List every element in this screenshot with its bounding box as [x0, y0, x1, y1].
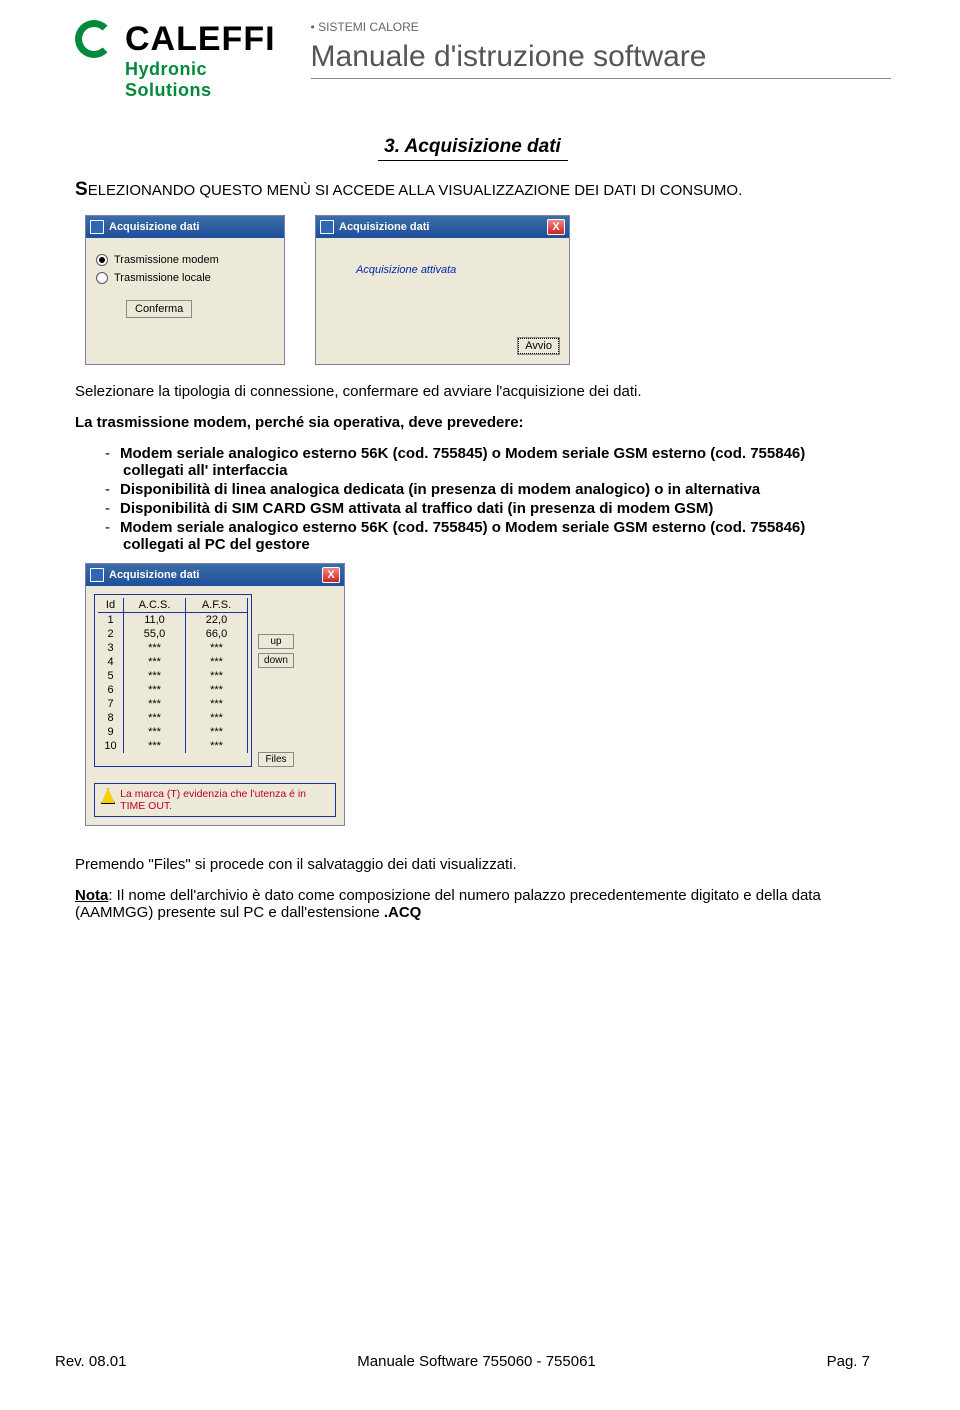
close-icon[interactable]: X — [547, 219, 565, 235]
header-rule — [311, 78, 891, 79]
titlebar-3[interactable]: Acquisizione dati X — [86, 564, 344, 586]
brand-tagline: Hydronic Solutions — [125, 59, 276, 101]
cell-afs: *** — [186, 739, 248, 753]
files-button[interactable]: Files — [258, 752, 294, 767]
footer-center: Manuale Software 755060 - 755061 — [357, 1353, 596, 1370]
brand-logo: CALEFFI Hydronic Solutions — [75, 20, 276, 101]
cell-afs: 66,0 — [186, 627, 248, 641]
window-acq-2: Acquisizione dati X Acquisizione attivat… — [315, 215, 570, 365]
window-icon — [90, 220, 104, 234]
cell-afs: 22,0 — [186, 613, 248, 627]
cell-acs: *** — [124, 725, 186, 739]
warning-icon — [101, 788, 115, 804]
req-list: Modem seriale analogico esterno 56K (cod… — [105, 445, 870, 553]
table-row: 7****** — [98, 697, 248, 711]
window-title-1: Acquisizione dati — [109, 221, 199, 233]
radio-modem[interactable] — [96, 254, 108, 266]
cell-id: 4 — [98, 655, 124, 669]
cell-id: 1 — [98, 613, 124, 627]
manual-title: Manuale d'istruzione software — [311, 40, 891, 74]
cell-acs: *** — [124, 697, 186, 711]
cell-id: 5 — [98, 669, 124, 683]
col-acs: A.C.S. — [124, 598, 186, 613]
cell-afs: *** — [186, 711, 248, 725]
acq-status-msg: Acquisizione attivata — [356, 264, 559, 276]
down-button[interactable]: down — [258, 653, 294, 668]
cell-acs: *** — [124, 711, 186, 725]
col-id: Id — [98, 598, 124, 613]
cell-acs: *** — [124, 655, 186, 669]
radio-modem-label: Trasmissione modem — [114, 254, 219, 266]
window-icon — [90, 568, 104, 582]
cell-id: 7 — [98, 697, 124, 711]
section-title: 3. Acquisizione dati — [378, 136, 568, 161]
para-select: Selezionare la tipologia di connessione,… — [75, 383, 870, 400]
col-afs: A.F.S. — [186, 598, 248, 613]
files-note: Premendo "Files" si procede con il salva… — [75, 856, 870, 873]
list-item: Disponibilità di SIM CARD GSM attivata a… — [105, 500, 870, 517]
table-row: 255,066,0 — [98, 627, 248, 641]
footer-rev: Rev. 08.01 — [55, 1353, 126, 1370]
window-title-3: Acquisizione dati — [109, 569, 199, 581]
avvio-button[interactable]: Avvio — [518, 338, 559, 354]
close-icon[interactable]: X — [322, 567, 340, 583]
para-modem-req: La trasmissione modem, perché sia operat… — [75, 414, 870, 431]
radio-modem-row[interactable]: Trasmissione modem — [96, 254, 274, 266]
cell-id: 2 — [98, 627, 124, 641]
table-row: 111,022,0 — [98, 613, 248, 627]
cell-acs: 55,0 — [124, 627, 186, 641]
list-item: Disponibilità di linea analogica dedicat… — [105, 481, 870, 498]
titlebar-1[interactable]: Acquisizione dati — [86, 216, 284, 238]
timeout-warning: La marca (T) evidenzia che l'utenza é in… — [94, 783, 336, 817]
window-title-2: Acquisizione dati — [339, 221, 429, 233]
warning-text: La marca (T) evidenzia che l'utenza é in… — [120, 788, 329, 812]
up-button[interactable]: up — [258, 634, 294, 649]
table-row: 4****** — [98, 655, 248, 669]
intro-text: SELEZIONANDO QUESTO MENÙ SI ACCEDE ALLA … — [75, 179, 870, 201]
data-grid: Id A.C.S. A.F.S. 111,022,0255,066,03****… — [94, 594, 252, 767]
file-extension: .ACQ — [384, 904, 422, 921]
cell-acs: *** — [124, 683, 186, 697]
list-item: Modem seriale analogico esterno 56K (cod… — [105, 519, 870, 553]
cell-afs: *** — [186, 655, 248, 669]
cell-acs: 11,0 — [124, 613, 186, 627]
intro-rest: ELEZIONANDO QUESTO MENÙ SI ACCEDE ALLA V… — [88, 182, 743, 199]
nota-label: Nota — [75, 887, 108, 904]
intro-dropcap: S — [75, 179, 88, 200]
cell-id: 6 — [98, 683, 124, 697]
nota-paragraph: Nota: Il nome dell'archivio è dato come … — [75, 887, 870, 921]
cell-id: 3 — [98, 641, 124, 655]
table-row: 10****** — [98, 739, 248, 753]
cell-afs: *** — [186, 697, 248, 711]
window-acq-3: Acquisizione dati X Id A.C.S. A.F.S. 111… — [85, 563, 345, 826]
header-sistemi: • SISTEMI CALORE — [311, 20, 891, 34]
radio-locale-row[interactable]: Trasmissione locale — [96, 272, 274, 284]
cell-id: 8 — [98, 711, 124, 725]
nota-text: : Il nome dell'archivio è dato come comp… — [75, 887, 821, 921]
cell-afs: *** — [186, 683, 248, 697]
cell-afs: *** — [186, 725, 248, 739]
window-icon — [320, 220, 334, 234]
cell-id: 10 — [98, 739, 124, 753]
window-acq-1: Acquisizione dati Trasmissione modem Tra… — [85, 215, 285, 365]
confirm-button[interactable]: Conferma — [126, 300, 192, 318]
brand-name: CALEFFI — [125, 20, 276, 59]
cell-afs: *** — [186, 641, 248, 655]
radio-locale-label: Trasmissione locale — [114, 272, 211, 284]
cell-acs: *** — [124, 739, 186, 753]
table-row: 6****** — [98, 683, 248, 697]
table-row: 5****** — [98, 669, 248, 683]
cell-id: 9 — [98, 725, 124, 739]
table-row: 8****** — [98, 711, 248, 725]
radio-locale[interactable] — [96, 272, 108, 284]
table-row: 3****** — [98, 641, 248, 655]
list-item: Modem seriale analogico esterno 56K (cod… — [105, 445, 870, 479]
footer-page: Pag. 7 — [827, 1353, 870, 1370]
cell-acs: *** — [124, 641, 186, 655]
cell-acs: *** — [124, 669, 186, 683]
table-row: 9****** — [98, 725, 248, 739]
cell-afs: *** — [186, 669, 248, 683]
titlebar-2[interactable]: Acquisizione dati X — [316, 216, 569, 238]
